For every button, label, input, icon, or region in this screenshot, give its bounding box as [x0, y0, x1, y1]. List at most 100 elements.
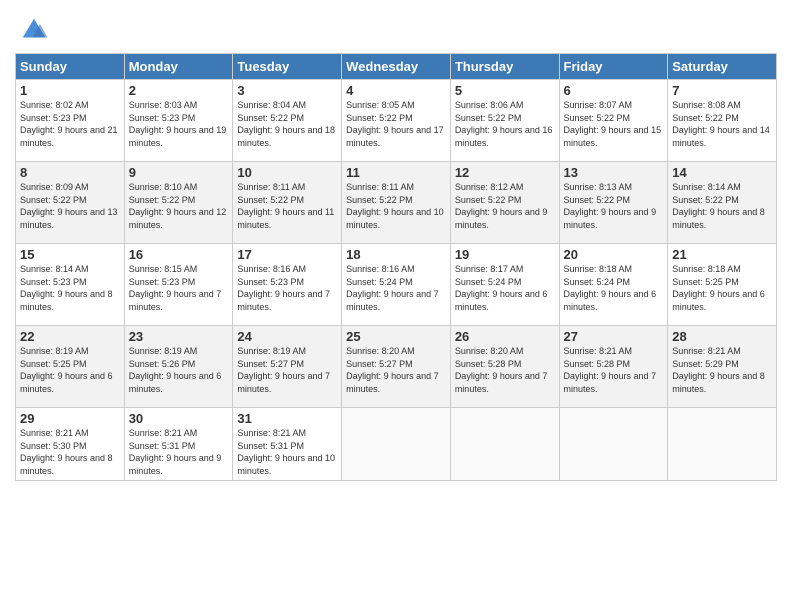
- day-info: Sunrise: 8:21 AM Sunset: 5:29 PM Dayligh…: [672, 345, 772, 395]
- day-number: 13: [564, 165, 664, 180]
- calendar-header-row: SundayMondayTuesdayWednesdayThursdayFrid…: [16, 54, 777, 80]
- day-number: 10: [237, 165, 337, 180]
- calendar-day-cell: 1 Sunrise: 8:02 AM Sunset: 5:23 PM Dayli…: [16, 80, 125, 162]
- calendar-week-row: 29 Sunrise: 8:21 AM Sunset: 5:30 PM Dayl…: [16, 408, 777, 481]
- calendar-day-cell: 30 Sunrise: 8:21 AM Sunset: 5:31 PM Dayl…: [124, 408, 233, 481]
- weekday-header: Tuesday: [233, 54, 342, 80]
- calendar-week-row: 8 Sunrise: 8:09 AM Sunset: 5:22 PM Dayli…: [16, 162, 777, 244]
- weekday-header: Monday: [124, 54, 233, 80]
- day-info: Sunrise: 8:07 AM Sunset: 5:22 PM Dayligh…: [564, 99, 664, 149]
- calendar-day-cell: 2 Sunrise: 8:03 AM Sunset: 5:23 PM Dayli…: [124, 80, 233, 162]
- calendar-day-cell: 3 Sunrise: 8:04 AM Sunset: 5:22 PM Dayli…: [233, 80, 342, 162]
- day-number: 19: [455, 247, 555, 262]
- calendar-day-cell: 5 Sunrise: 8:06 AM Sunset: 5:22 PM Dayli…: [450, 80, 559, 162]
- day-number: 6: [564, 83, 664, 98]
- day-info: Sunrise: 8:14 AM Sunset: 5:22 PM Dayligh…: [672, 181, 772, 231]
- day-number: 18: [346, 247, 446, 262]
- day-number: 27: [564, 329, 664, 344]
- day-info: Sunrise: 8:20 AM Sunset: 5:28 PM Dayligh…: [455, 345, 555, 395]
- day-number: 26: [455, 329, 555, 344]
- day-number: 3: [237, 83, 337, 98]
- day-number: 4: [346, 83, 446, 98]
- day-number: 15: [20, 247, 120, 262]
- day-number: 30: [129, 411, 229, 426]
- day-number: 25: [346, 329, 446, 344]
- day-info: Sunrise: 8:21 AM Sunset: 5:30 PM Dayligh…: [20, 427, 120, 477]
- day-info: Sunrise: 8:19 AM Sunset: 5:25 PM Dayligh…: [20, 345, 120, 395]
- day-info: Sunrise: 8:11 AM Sunset: 5:22 PM Dayligh…: [237, 181, 337, 231]
- calendar-day-cell: 22 Sunrise: 8:19 AM Sunset: 5:25 PM Dayl…: [16, 326, 125, 408]
- calendar-day-cell: 6 Sunrise: 8:07 AM Sunset: 5:22 PM Dayli…: [559, 80, 668, 162]
- day-info: Sunrise: 8:15 AM Sunset: 5:23 PM Dayligh…: [129, 263, 229, 313]
- calendar-day-cell: 25 Sunrise: 8:20 AM Sunset: 5:27 PM Dayl…: [342, 326, 451, 408]
- header: [15, 10, 777, 45]
- day-number: 7: [672, 83, 772, 98]
- day-info: Sunrise: 8:08 AM Sunset: 5:22 PM Dayligh…: [672, 99, 772, 149]
- day-info: Sunrise: 8:19 AM Sunset: 5:26 PM Dayligh…: [129, 345, 229, 395]
- day-number: 5: [455, 83, 555, 98]
- day-info: Sunrise: 8:16 AM Sunset: 5:24 PM Dayligh…: [346, 263, 446, 313]
- calendar-day-cell: 24 Sunrise: 8:19 AM Sunset: 5:27 PM Dayl…: [233, 326, 342, 408]
- calendar-day-cell: 23 Sunrise: 8:19 AM Sunset: 5:26 PM Dayl…: [124, 326, 233, 408]
- calendar-day-cell: 4 Sunrise: 8:05 AM Sunset: 5:22 PM Dayli…: [342, 80, 451, 162]
- day-info: Sunrise: 8:18 AM Sunset: 5:25 PM Dayligh…: [672, 263, 772, 313]
- day-number: 1: [20, 83, 120, 98]
- day-info: Sunrise: 8:05 AM Sunset: 5:22 PM Dayligh…: [346, 99, 446, 149]
- day-number: 8: [20, 165, 120, 180]
- weekday-header: Wednesday: [342, 54, 451, 80]
- day-number: 20: [564, 247, 664, 262]
- weekday-header: Friday: [559, 54, 668, 80]
- day-number: 21: [672, 247, 772, 262]
- day-number: 12: [455, 165, 555, 180]
- logo: [15, 15, 49, 45]
- calendar-day-cell: 7 Sunrise: 8:08 AM Sunset: 5:22 PM Dayli…: [668, 80, 777, 162]
- weekday-header: Thursday: [450, 54, 559, 80]
- calendar-day-cell: 26 Sunrise: 8:20 AM Sunset: 5:28 PM Dayl…: [450, 326, 559, 408]
- day-info: Sunrise: 8:04 AM Sunset: 5:22 PM Dayligh…: [237, 99, 337, 149]
- day-number: 11: [346, 165, 446, 180]
- day-info: Sunrise: 8:06 AM Sunset: 5:22 PM Dayligh…: [455, 99, 555, 149]
- calendar-table: SundayMondayTuesdayWednesdayThursdayFrid…: [15, 53, 777, 481]
- calendar-week-row: 15 Sunrise: 8:14 AM Sunset: 5:23 PM Dayl…: [16, 244, 777, 326]
- calendar-day-cell: 18 Sunrise: 8:16 AM Sunset: 5:24 PM Dayl…: [342, 244, 451, 326]
- day-info: Sunrise: 8:20 AM Sunset: 5:27 PM Dayligh…: [346, 345, 446, 395]
- calendar-day-cell: 21 Sunrise: 8:18 AM Sunset: 5:25 PM Dayl…: [668, 244, 777, 326]
- calendar-day-cell: 31 Sunrise: 8:21 AM Sunset: 5:31 PM Dayl…: [233, 408, 342, 481]
- calendar-day-cell: 20 Sunrise: 8:18 AM Sunset: 5:24 PM Dayl…: [559, 244, 668, 326]
- calendar-day-cell: 19 Sunrise: 8:17 AM Sunset: 5:24 PM Dayl…: [450, 244, 559, 326]
- day-number: 28: [672, 329, 772, 344]
- calendar-week-row: 22 Sunrise: 8:19 AM Sunset: 5:25 PM Dayl…: [16, 326, 777, 408]
- day-info: Sunrise: 8:10 AM Sunset: 5:22 PM Dayligh…: [129, 181, 229, 231]
- calendar-day-cell: [450, 408, 559, 481]
- day-number: 24: [237, 329, 337, 344]
- day-number: 17: [237, 247, 337, 262]
- day-info: Sunrise: 8:18 AM Sunset: 5:24 PM Dayligh…: [564, 263, 664, 313]
- calendar-day-cell: 16 Sunrise: 8:15 AM Sunset: 5:23 PM Dayl…: [124, 244, 233, 326]
- day-number: 23: [129, 329, 229, 344]
- logo-icon: [19, 15, 49, 45]
- day-number: 9: [129, 165, 229, 180]
- calendar-day-cell: [559, 408, 668, 481]
- calendar-week-row: 1 Sunrise: 8:02 AM Sunset: 5:23 PM Dayli…: [16, 80, 777, 162]
- weekday-header: Saturday: [668, 54, 777, 80]
- day-info: Sunrise: 8:21 AM Sunset: 5:31 PM Dayligh…: [237, 427, 337, 477]
- day-info: Sunrise: 8:03 AM Sunset: 5:23 PM Dayligh…: [129, 99, 229, 149]
- day-info: Sunrise: 8:14 AM Sunset: 5:23 PM Dayligh…: [20, 263, 120, 313]
- day-info: Sunrise: 8:21 AM Sunset: 5:28 PM Dayligh…: [564, 345, 664, 395]
- day-info: Sunrise: 8:19 AM Sunset: 5:27 PM Dayligh…: [237, 345, 337, 395]
- day-number: 31: [237, 411, 337, 426]
- main-container: SundayMondayTuesdayWednesdayThursdayFrid…: [0, 0, 792, 491]
- calendar-day-cell: 15 Sunrise: 8:14 AM Sunset: 5:23 PM Dayl…: [16, 244, 125, 326]
- calendar-day-cell: 8 Sunrise: 8:09 AM Sunset: 5:22 PM Dayli…: [16, 162, 125, 244]
- calendar-day-cell: 12 Sunrise: 8:12 AM Sunset: 5:22 PM Dayl…: [450, 162, 559, 244]
- day-info: Sunrise: 8:16 AM Sunset: 5:23 PM Dayligh…: [237, 263, 337, 313]
- day-number: 14: [672, 165, 772, 180]
- day-number: 16: [129, 247, 229, 262]
- calendar-day-cell: 10 Sunrise: 8:11 AM Sunset: 5:22 PM Dayl…: [233, 162, 342, 244]
- day-number: 22: [20, 329, 120, 344]
- weekday-header: Sunday: [16, 54, 125, 80]
- day-number: 29: [20, 411, 120, 426]
- day-info: Sunrise: 8:21 AM Sunset: 5:31 PM Dayligh…: [129, 427, 229, 477]
- calendar-day-cell: [342, 408, 451, 481]
- day-number: 2: [129, 83, 229, 98]
